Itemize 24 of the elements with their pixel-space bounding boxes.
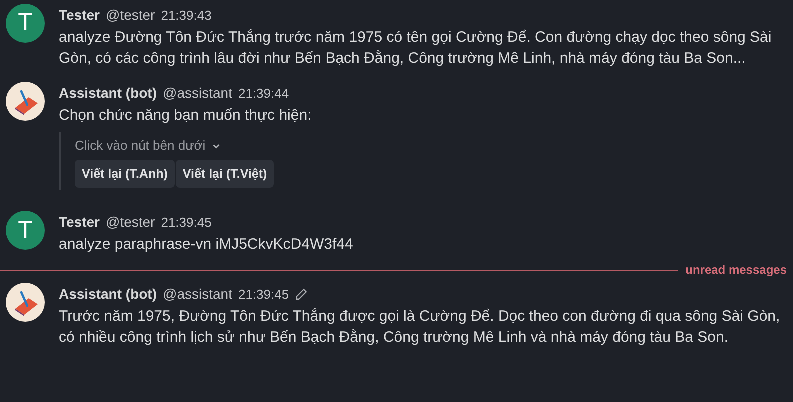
author-name: Assistant (bot) — [59, 84, 157, 104]
timestamp: 21:39:45 — [161, 214, 212, 232]
author-handle: @assistant — [163, 84, 232, 104]
pencil-icon — [295, 288, 308, 302]
message-text: analyze Đường Tôn Đức Thắng trước năm 1975 có tên gọi Cường Để. Con đường chạy dọc theo sông Sài Gòn, có các công trình lâu đời như Bến Bạch Đằng, Công trường Mê Linh, nhà máy đóng tàu Ba Son... — [59, 28, 773, 69]
author-handle: @tester — [106, 213, 156, 232]
author-handle: @tester — [106, 6, 156, 25]
author-name: Tester — [59, 213, 100, 232]
caret-icon[interactable] — [212, 142, 221, 150]
rewrite-button[interactable]: Viết lại (T.Việt) — [176, 160, 274, 188]
message-text: Chọn chức năng bạn muốn thực hiện: — [59, 106, 313, 126]
timestamp: 21:39:44 — [238, 85, 290, 104]
user-avatar: T — [6, 211, 45, 250]
message-text: analyze paraphrase-vn iMJ5CkvKcD4W3f44 — [59, 235, 354, 256]
embed-title: Click vào nút bên dưới — [75, 137, 206, 156]
rewrite-button[interactable]: Viết lại (T.Anh) — [75, 160, 175, 188]
message-text: Trước năm 1975, Đường Tôn Đức Thắng được gọi là Cường Để. Dọc theo con đường đi qua sông Sài Gòn, có nhiều công trình lịch sử như Bến Bạch Đằng, Công trường Mê Linh và nhà máy đóng tàu Ba Son. — [59, 307, 782, 348]
unread-divider-label: unread messages — [686, 262, 787, 280]
author-name: Tester — [59, 6, 100, 25]
user-avatar: T — [6, 4, 45, 43]
author-name: Assistant (bot) — [59, 285, 157, 304]
author-handle: @assistant — [163, 285, 232, 304]
timestamp: 21:39:43 — [161, 6, 212, 25]
timestamp: 21:39:45 — [238, 286, 290, 304]
